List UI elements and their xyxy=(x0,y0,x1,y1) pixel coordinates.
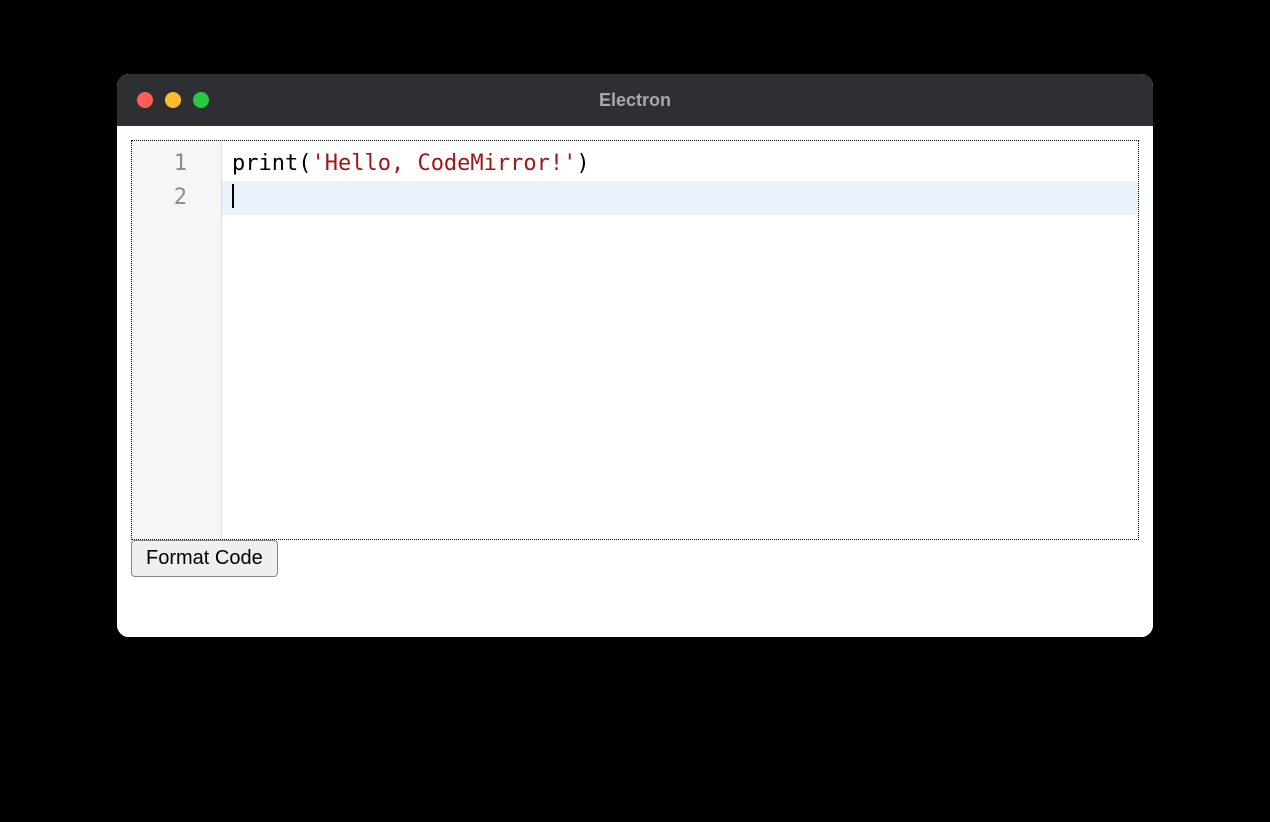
window-title: Electron xyxy=(599,90,671,111)
code-token-paren: ( xyxy=(298,151,311,176)
app-window: Electron 1 2 print('Hello, CodeMirror!')… xyxy=(117,74,1153,637)
code-line[interactable]: print('Hello, CodeMirror!') xyxy=(222,147,1138,181)
line-number: 2 xyxy=(132,181,221,215)
code-token-func: print xyxy=(232,151,298,176)
close-icon[interactable] xyxy=(137,92,153,108)
line-number-gutter: 1 2 xyxy=(132,141,222,539)
code-area[interactable]: print('Hello, CodeMirror!') xyxy=(222,141,1138,539)
code-editor[interactable]: 1 2 print('Hello, CodeMirror!') xyxy=(131,140,1139,540)
line-number: 1 xyxy=(132,147,221,181)
titlebar[interactable]: Electron xyxy=(117,74,1153,126)
format-code-button[interactable]: Format Code xyxy=(131,540,278,577)
zoom-icon[interactable] xyxy=(193,92,209,108)
minimize-icon[interactable] xyxy=(165,92,181,108)
editor-body: 1 2 print('Hello, CodeMirror!') xyxy=(132,141,1138,539)
cursor-icon xyxy=(232,184,234,208)
traffic-lights xyxy=(137,92,209,108)
window-content: 1 2 print('Hello, CodeMirror!') Format C… xyxy=(117,126,1153,637)
code-token-paren: ) xyxy=(576,151,589,176)
code-token-string: 'Hello, CodeMirror!' xyxy=(311,151,576,176)
code-line-active[interactable] xyxy=(222,181,1138,215)
